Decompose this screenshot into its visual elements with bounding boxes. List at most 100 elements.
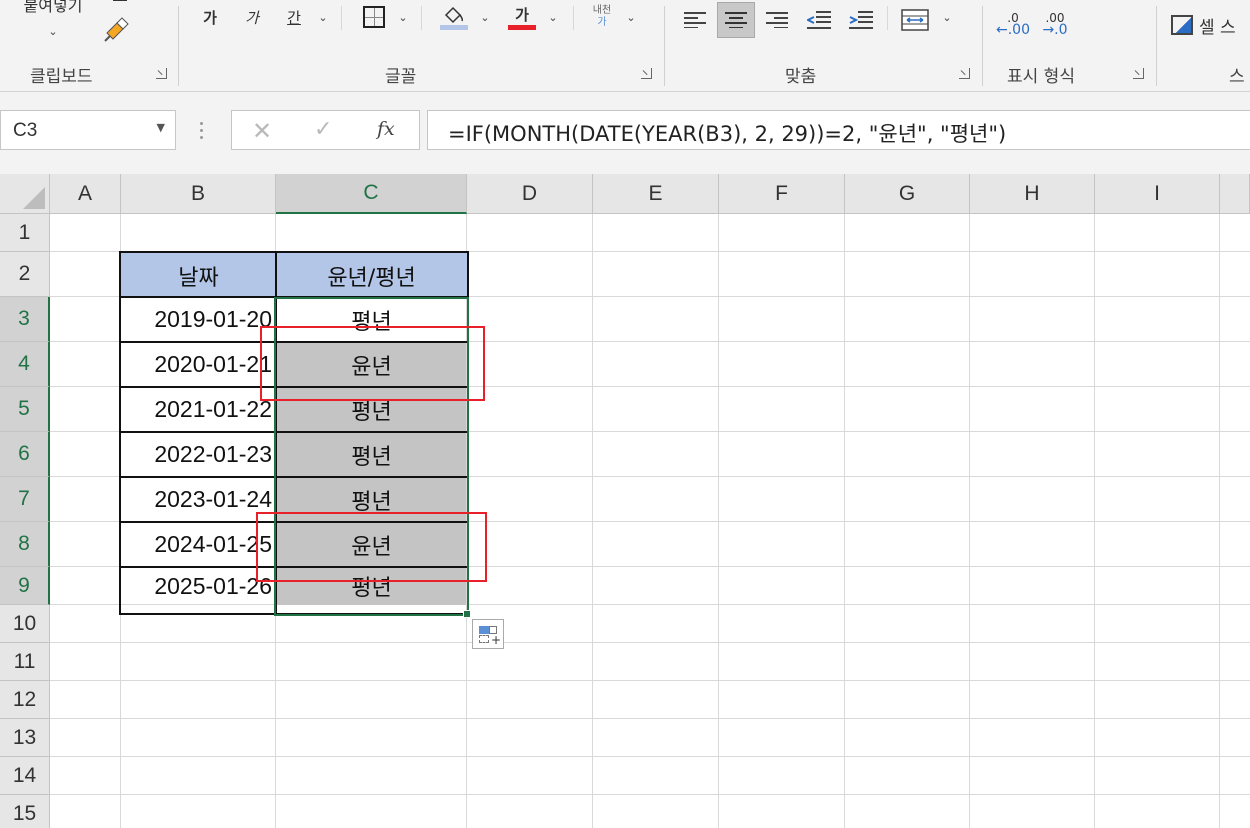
align-left-icon [684,12,706,28]
gridline-horizontal [50,680,1250,681]
row-header-12[interactable]: 12 [0,681,50,719]
row-header-13[interactable]: 13 [0,719,50,757]
cell-styles-icon [1171,15,1193,35]
name-box-dropdown-icon[interactable]: ▼ [157,121,165,134]
align-left-button[interactable] [679,4,711,36]
font-launcher-icon[interactable] [641,68,652,79]
formula-input[interactable]: =IF(MONTH(DATE(YEAR(B3), 2, 29))=2, "윤년"… [427,110,1250,150]
alignment-launcher-icon[interactable] [959,68,970,79]
align-center-button[interactable] [717,2,755,38]
name-box-value: C3 [13,120,38,141]
row-header-7[interactable]: 7 [0,477,50,522]
row-header-10[interactable]: 10 [0,605,50,643]
select-all-button[interactable] [0,174,50,214]
number-launcher-icon[interactable] [1133,68,1144,79]
cell-styles-button[interactable]: 셀 스 [1171,10,1250,40]
column-header-e[interactable]: E [593,174,719,214]
date-cell[interactable]: 2022-01-23 [121,432,276,477]
bold-button[interactable]: 가 [197,4,223,30]
cut-button[interactable] [112,0,128,4]
column-header-g[interactable]: G [845,174,970,214]
year-type-cell[interactable]: 윤년 [277,522,466,567]
row-header-6[interactable]: 6 [0,432,50,477]
increase-decimal-button[interactable]: .0 ←.00 [995,6,1031,42]
align-center-icon [725,12,747,28]
column-header-c[interactable]: C [276,174,467,214]
italic-button[interactable]: 가 [239,4,265,30]
quick-analysis-icon [479,626,489,634]
fill-handle[interactable] [463,610,471,618]
table-row-divider [119,386,469,388]
decrease-indent-button[interactable] [803,4,835,36]
row-header-8[interactable]: 8 [0,522,50,567]
increase-decimal-arrow-icon: ←.00 [996,22,1030,38]
align-right-button[interactable] [761,4,793,36]
phonetic-button[interactable]: 내천 가 [587,0,617,34]
underline-button[interactable]: 간 [281,4,307,30]
cancel-entry-button[interactable]: ✕ [252,117,272,145]
date-cell[interactable]: 2023-01-24 [121,477,276,522]
paste-button[interactable]: 붙여넣기 [8,0,98,16]
merge-center-button[interactable] [899,4,931,36]
row-header-14[interactable]: 14 [0,757,50,795]
ribbon: 붙여넣기 ⌄ 클립보드 가 가 간 ⌄ ⌄ ⌄ 가 ⌄ 내천 가 ⌄ 글꼴 ⌄ … [0,0,1250,92]
fill-color-dropdown[interactable]: ⌄ [477,8,493,26]
italic-glyph: 가 [245,8,259,27]
column-header-b[interactable]: B [121,174,276,214]
decrease-decimal-button[interactable]: .00 →.0 [1037,6,1073,42]
column-header-h[interactable]: H [970,174,1095,214]
underline-dropdown[interactable]: ⌄ [315,8,331,26]
font-color-glyph: 가 [515,6,529,24]
quick-analysis-button[interactable]: + [472,619,504,649]
row-header-15[interactable]: 15 [0,795,50,828]
year-type-cell[interactable]: 평년 [277,432,466,477]
column-header-d[interactable]: D [467,174,593,214]
merge-center-dropdown[interactable]: ⌄ [939,8,955,26]
year-type-cell[interactable]: 윤년 [277,342,466,387]
gridline-horizontal [50,718,1250,719]
table-header-type[interactable]: 윤년/평년 [276,253,467,298]
font-color-dropdown[interactable]: ⌄ [545,8,561,26]
column-header-i[interactable]: I [1095,174,1220,214]
formula-bar-splitter[interactable] [200,122,204,140]
row-header-2[interactable]: 2 [0,252,50,297]
phonetic-dropdown[interactable]: ⌄ [623,8,639,26]
row-header-1[interactable]: 1 [0,214,50,252]
year-type-cell[interactable]: 평년 [277,567,466,605]
column-header-a[interactable]: A [50,174,121,214]
number-group: .0 ←.00 .00 →.0 표시 형식 [983,0,1155,91]
borders-dropdown[interactable]: ⌄ [395,8,411,26]
row-header-3[interactable]: 3 [0,297,50,342]
paste-dropdown[interactable]: ⌄ [44,22,62,40]
date-cell[interactable]: 2024-01-25 [121,522,276,567]
date-cell[interactable]: 2021-01-22 [121,387,276,432]
table-row-divider [119,566,469,568]
worksheet-grid[interactable]: ABCDEFGHI 1 2 3 4 5 6 7 8 9 10 11 12 13 14 15 날짜 윤년/평년… [0,174,1250,828]
date-cell[interactable]: 2019-01-20 [121,297,276,342]
year-type-cell[interactable]: 평년 [277,477,466,522]
date-cell[interactable]: 2025-01-26 [121,567,276,605]
row-header-4[interactable]: 4 [0,342,50,387]
row-header-5[interactable]: 5 [0,387,50,432]
format-painter-button[interactable] [102,14,130,44]
clipboard-launcher-icon[interactable] [156,68,167,79]
styles-group: 셀 스 스 [1157,0,1250,91]
column-header-f[interactable]: F [719,174,845,214]
table-row-divider [119,296,469,298]
year-type-cell[interactable]: 평년 [277,297,466,342]
font-color-button[interactable]: 가 [507,0,537,34]
increase-indent-button[interactable] [845,4,877,36]
insert-function-button[interactable]: fx [377,118,395,140]
clipboard-group-label: 클립보드 [30,67,93,87]
table-header-date[interactable]: 날짜 [121,253,276,298]
fill-color-button[interactable] [439,0,469,34]
borders-button[interactable] [361,4,387,30]
name-box[interactable]: C3 ▼ [0,110,176,150]
row-header-11[interactable]: 11 [0,643,50,681]
row-header-9[interactable]: 9 [0,567,50,605]
date-cell[interactable]: 2020-01-21 [121,342,276,387]
year-type-cell[interactable]: 평년 [277,387,466,432]
increase-indent-icon [849,11,873,29]
number-group-label: 표시 형식 [1007,67,1075,87]
enter-entry-button[interactable]: ✓ [314,117,332,142]
